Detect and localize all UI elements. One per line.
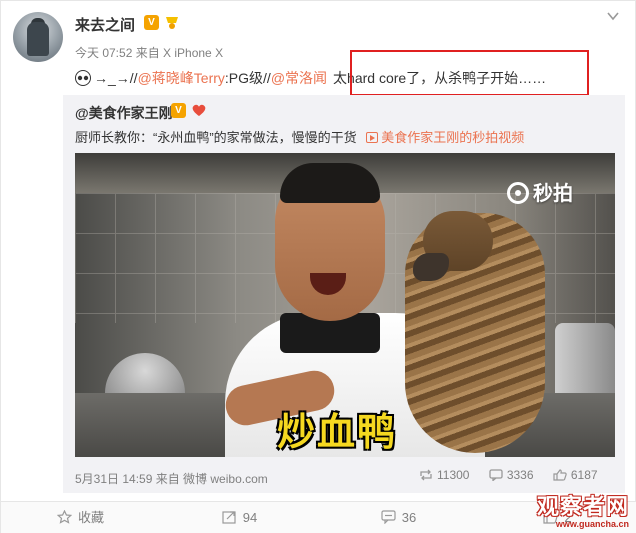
original-repost-count[interactable]: 11300 [419,468,469,482]
mention-link[interactable]: @蒋晓峰Terry [138,70,225,86]
post-meta: 今天 07:52 来自 X iPhone X [75,46,224,60]
comment-count-value: 3336 [506,468,534,482]
video-chef-hair [280,163,380,203]
like-count-value: 6187 [570,468,598,482]
video-player[interactable]: 秒拍 炒血鸭 [75,153,615,457]
vip-badge-icon[interactable]: V [171,103,186,118]
favorite-button[interactable]: 收藏 [1,502,160,533]
forward-count: 94 [242,510,258,525]
post-username[interactable]: 来去之间 [75,14,135,35]
video-subtitle: 炒血鸭 [277,409,398,454]
original-meta: 5月31日 14:59 来自 微博 weibo.com [75,472,268,486]
video-link[interactable]: 美食作家王刚的秒拍视频 [360,130,524,145]
video-play-icon [366,132,379,143]
video-link-label: 美食作家王刚的秒拍视频 [381,130,525,145]
highlight-annotation-box [350,50,589,96]
original-username[interactable]: @美食作家王刚 [75,103,173,123]
comment-icon [381,510,396,524]
comment-icon [489,469,503,481]
original-stats: 11300 3336 6187 [419,468,598,482]
site-watermark: 观察者网 www.guancha.cn [537,489,629,529]
favorite-label: 收藏 [77,510,104,525]
original-text: 厨师长教你：“永州血鸭”的家常做法，慢慢的干货 美食作家王刚的秒拍视频 [75,127,524,146]
vip-badge-icon[interactable]: V [144,15,159,30]
emoji-icon [75,70,91,86]
avatar-figure-shape [27,22,49,56]
forward-button[interactable]: 94 [160,502,319,533]
member-badge-icon[interactable] [190,102,208,118]
mention-link[interactable]: @常洛闻 [271,70,327,86]
repost-middle: :PG级// [224,70,271,86]
chevron-down-icon[interactable] [606,9,620,23]
repost-icon [420,469,432,481]
comment-count: 36 [401,510,417,525]
original-body: 厨师长教你：“永州血鸭”的家常做法，慢慢的干货 [75,130,357,145]
avatar[interactable] [13,12,63,62]
original-like-count[interactable]: 6187 [553,468,598,482]
comment-button[interactable]: 36 [319,502,478,533]
repost-count-value: 11300 [437,468,470,482]
miaopai-watermark-text: 秒拍 [533,183,573,205]
miaopai-watermark: 秒拍 [507,177,573,206]
forward-icon [222,511,236,524]
like-icon [553,469,567,481]
weibo-post-card: 来去之间 V 今天 07:52 来自 X iPhone X →_→//@蒋晓峰T… [0,0,636,533]
repost-prefix: →_→// [94,70,138,86]
miaopai-logo-icon [507,182,529,204]
site-watermark-cn: 观察者网 [537,494,630,519]
original-comment-count[interactable]: 3336 [489,468,534,482]
member-badge-icon[interactable] [164,14,180,30]
favorite-icon [56,510,72,524]
